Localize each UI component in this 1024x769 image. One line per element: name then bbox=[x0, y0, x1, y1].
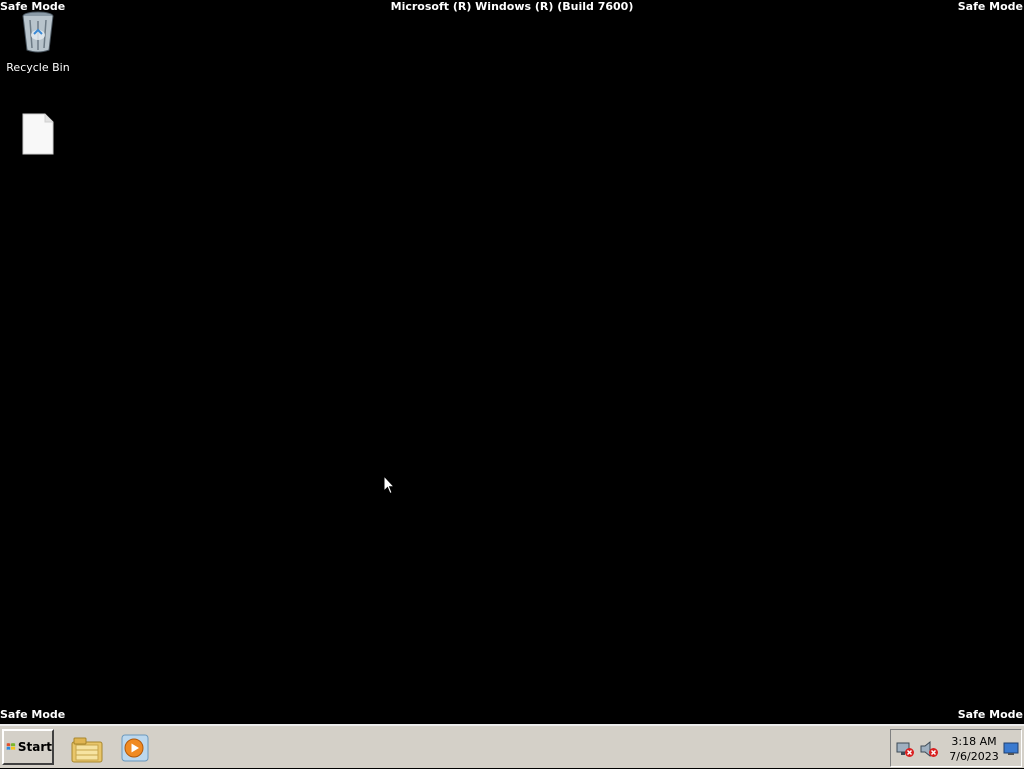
file-icon bbox=[22, 113, 54, 155]
recycle-bin-label: Recycle Bin bbox=[6, 61, 70, 74]
taskbar: Start 3:18 AM 7/6/2023 bbox=[0, 724, 1024, 768]
media-player-icon bbox=[121, 734, 149, 762]
start-button[interactable]: Start bbox=[2, 729, 54, 765]
notification-area: 3:18 AM 7/6/2023 bbox=[890, 729, 1022, 767]
clock-time: 3:18 AM bbox=[951, 735, 997, 748]
volume-muted-icon[interactable] bbox=[919, 740, 939, 758]
recycle-bin-icon bbox=[22, 11, 54, 53]
windows-logo-icon bbox=[6, 743, 16, 750]
build-version-label: Microsoft (R) Windows (R) (Build 7600) bbox=[390, 0, 634, 13]
safe-mode-label-bottom-left: Safe Mode bbox=[0, 708, 66, 721]
safe-mode-label-bottom-right: Safe Mode bbox=[957, 708, 1023, 721]
network-disconnected-icon[interactable] bbox=[895, 740, 915, 758]
mouse-pointer-icon bbox=[383, 475, 395, 495]
windows-explorer-icon bbox=[71, 737, 103, 763]
clock-date: 7/6/2023 bbox=[949, 750, 999, 763]
safe-mode-label-top-right: Safe Mode bbox=[957, 0, 1023, 13]
system-clock[interactable]: 3:18 AM 7/6/2023 bbox=[949, 734, 999, 764]
desktop-icon-recycle-bin[interactable]: Recycle Bin bbox=[2, 8, 74, 74]
taskbar-media-player-button[interactable] bbox=[118, 732, 152, 764]
start-label: Start bbox=[17, 740, 52, 754]
desktop-icon-file[interactable] bbox=[2, 112, 74, 161]
taskbar-explorer-button[interactable] bbox=[70, 732, 104, 764]
show-desktop-icon[interactable] bbox=[1003, 742, 1019, 756]
